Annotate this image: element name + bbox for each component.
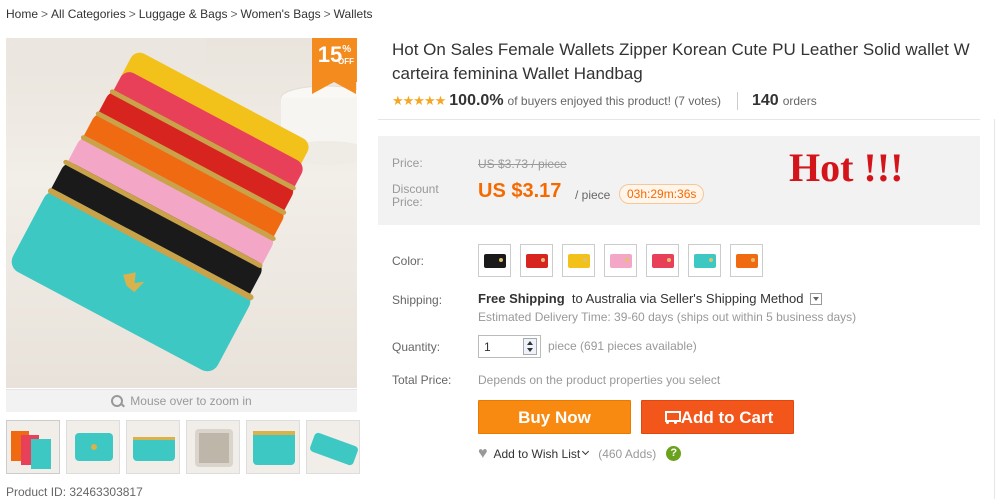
color-swatch-2[interactable]: [520, 244, 553, 277]
color-swatch-chip: [736, 254, 758, 268]
price-label: Price:: [392, 156, 423, 170]
breadcrumb-separator: >: [323, 7, 331, 21]
breadcrumb-separator: >: [128, 7, 136, 21]
product-title-line-1: Hot On Sales Female Wallets Zipper Korea…: [392, 40, 970, 59]
quantity-increase-icon[interactable]: [527, 341, 533, 345]
rating-text: of buyers enjoyed this product! (7 votes…: [507, 94, 721, 108]
magnifier-icon: [111, 395, 124, 408]
zoom-hint-bar: Mouse over to zoom in: [6, 389, 357, 412]
help-icon[interactable]: ?: [666, 446, 682, 461]
color-swatch-chip: [526, 254, 548, 268]
thumbnail-4[interactable]: [186, 420, 240, 474]
thumbnail-image: [195, 429, 233, 467]
wish-list-row: ♥ Add to Wish List (460 Adds) ?: [478, 445, 682, 461]
hot-overlay-text: Hot !!!: [789, 145, 904, 190]
rating-row: ★★★★★ 100.0% of buyers enjoyed this prod…: [392, 92, 817, 110]
thumbnail-image: [75, 433, 113, 461]
product-title-line-2: carteira feminina Wallet Handbag: [392, 64, 643, 83]
rating-divider: [737, 92, 738, 110]
original-price: US $3.73 / piece: [478, 157, 567, 171]
add-to-cart-label: Add to Cart: [680, 408, 774, 427]
orders-count: 140: [752, 92, 779, 109]
add-to-cart-button[interactable]: Add to Cart: [641, 400, 794, 434]
thumbnail-image: [133, 437, 175, 461]
total-price-label: Total Price:: [392, 373, 452, 387]
thumbnail-image: [310, 432, 358, 466]
thumbnail-3[interactable]: [126, 420, 180, 474]
countdown-timer: 03h:29m:36s: [619, 184, 705, 204]
main-product-image[interactable]: 15% OFF: [6, 38, 357, 388]
thumbnail-image: [253, 431, 295, 465]
quantity-label: Quantity:: [392, 340, 441, 354]
orders-label: orders: [782, 94, 817, 108]
shipping-line: Free Shipping to Australia via Seller's …: [478, 291, 823, 306]
quantity-decrease-icon[interactable]: [527, 348, 533, 352]
shipping-dropdown-icon[interactable]: [810, 292, 823, 305]
color-swatches: [478, 244, 763, 277]
discount-percent-sign: %: [342, 44, 352, 55]
rating-percent: 100.0%: [449, 92, 504, 109]
price-box: Price: US $3.73 / piece Discount Price: …: [378, 136, 980, 225]
shipping-label: Shipping:: [392, 293, 443, 307]
breadcrumb: Home > All Categories > Luggage & Bags > Women…: [6, 7, 373, 21]
zoom-hint-text: Mouse over to zoom in: [130, 394, 252, 408]
quantity-input[interactable]: [479, 336, 523, 357]
per-piece-label: / piece: [575, 188, 611, 202]
color-label: Color:: [392, 254, 425, 268]
color-swatch-chip: [694, 254, 716, 268]
cart-icon: [662, 410, 681, 425]
color-swatch-4[interactable]: [604, 244, 637, 277]
breadcrumb-luggage-bags[interactable]: Luggage & Bags: [139, 7, 228, 21]
color-swatch-6[interactable]: [688, 244, 721, 277]
discount-price-label-line-1: Discount: [392, 182, 439, 196]
product-title: Hot On Sales Female Wallets Zipper Korea…: [392, 38, 1000, 86]
discount-price: US $3.17: [478, 180, 562, 202]
color-swatch-chip: [484, 254, 506, 268]
add-to-wish-list-link[interactable]: Add to Wish List: [494, 447, 581, 461]
thumbnail-image: [11, 431, 51, 469]
wish-list-count: (460 Adds): [598, 446, 657, 461]
heart-icon[interactable]: ♥: [478, 445, 488, 461]
discount-off-label: OFF: [338, 57, 354, 66]
color-swatch-7[interactable]: [730, 244, 763, 277]
breadcrumb-all-categories[interactable]: All Categories: [51, 7, 126, 21]
quantity-stepper: [478, 335, 541, 358]
product-id: Product ID: 32463303817: [6, 485, 143, 499]
quantity-spinner: [523, 338, 537, 355]
thumbnail-2[interactable]: [66, 420, 120, 474]
thumbnail-strip: [6, 420, 360, 474]
chevron-down-icon[interactable]: [582, 447, 590, 456]
shipping-destination: to Australia via Seller's Shipping Metho…: [571, 291, 804, 306]
breadcrumb-wallets[interactable]: Wallets: [334, 7, 373, 21]
discount-badge: 15% OFF: [312, 38, 357, 94]
wallets-illustration: [6, 38, 357, 372]
rating-stars-icon: ★★★★★: [392, 93, 446, 108]
buy-now-button[interactable]: Buy Now: [478, 400, 631, 434]
free-shipping-text: Free Shipping: [478, 291, 565, 306]
total-price-value: Depends on the product properties you se…: [478, 373, 721, 387]
delivery-estimate: Estimated Delivery Time: 39-60 days (shi…: [478, 310, 857, 324]
breadcrumb-womens-bags[interactable]: Women's Bags: [241, 7, 321, 21]
thumbnail-5[interactable]: [246, 420, 300, 474]
thumbnail-6[interactable]: [306, 420, 360, 474]
breadcrumb-home[interactable]: Home: [6, 7, 38, 21]
color-swatch-5[interactable]: [646, 244, 679, 277]
color-swatch-chip: [610, 254, 632, 268]
color-swatch-chip: [652, 254, 674, 268]
section-divider: [378, 119, 980, 120]
discount-price-label-line-2: Price:: [392, 195, 423, 209]
thumbnail-1[interactable]: [6, 420, 60, 474]
breadcrumb-separator: >: [41, 7, 49, 21]
quantity-available: piece (691 pieces available): [548, 339, 697, 353]
right-panel-border: [994, 119, 1000, 499]
color-swatch-chip: [568, 254, 590, 268]
color-swatch-1[interactable]: [478, 244, 511, 277]
breadcrumb-separator: >: [230, 7, 238, 21]
color-swatch-3[interactable]: [562, 244, 595, 277]
